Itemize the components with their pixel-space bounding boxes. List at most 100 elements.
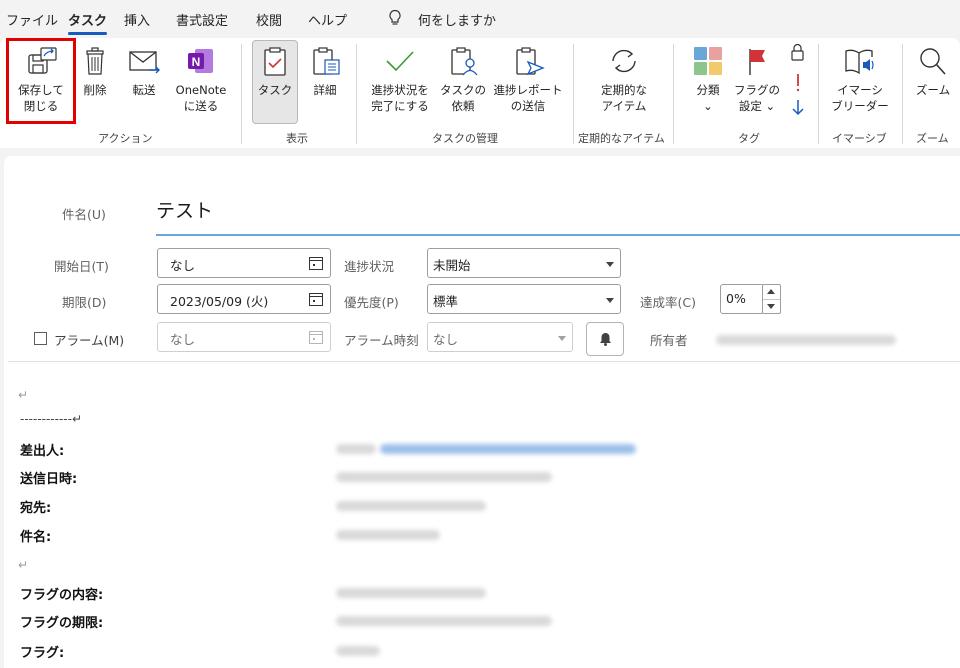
zoom-button[interactable]: ズーム: [910, 42, 956, 124]
reminder-time-value: なし: [433, 332, 459, 347]
menu-insert[interactable]: 挿入: [124, 10, 150, 29]
menu-review[interactable]: 校閲: [256, 10, 282, 29]
details-view-button[interactable]: 詳細: [302, 42, 348, 124]
menu-format[interactable]: 書式設定: [176, 10, 228, 29]
to-label: 宛先:: [20, 501, 52, 516]
checkmark-icon: [386, 51, 414, 72]
mark-complete-button[interactable]: 進捗状況を 完了にする: [364, 42, 436, 124]
sent-label: 送信日時:: [20, 472, 78, 487]
reminder-time-dropdown[interactable]: なし: [427, 322, 573, 352]
private-lock-icon[interactable]: [791, 44, 804, 61]
due-date-label: 期限(D): [62, 295, 107, 310]
spin-down-button[interactable]: [763, 299, 780, 313]
group-label-recurrence: 定期的なアイテム: [578, 132, 665, 145]
spin-up-button[interactable]: [763, 285, 780, 299]
group-separator: [818, 44, 819, 144]
group-separator: [673, 44, 674, 144]
tell-me-search[interactable]: 何をしますか: [418, 10, 496, 29]
task-form-pane: 件名(U) テスト 開始日(T) なし 進捗状況 未開始 期限(D) 2023/…: [4, 156, 960, 668]
subject-input[interactable]: テスト: [156, 196, 213, 223]
subject-body-value-blurred: [336, 530, 440, 540]
immersive-reader-button[interactable]: イマーシ ブリーダー: [826, 42, 894, 124]
categorize-icon: [694, 47, 722, 75]
to-value-blurred: [336, 501, 486, 511]
from-name-blurred: [336, 444, 376, 454]
save-close-icon: [28, 47, 57, 74]
priority-label: 優先度(P): [344, 295, 399, 310]
flag-content-label: フラグの内容:: [20, 588, 104, 603]
assign-task-button[interactable]: タスクの 依頼: [440, 42, 486, 124]
low-importance-icon[interactable]: [792, 100, 804, 116]
start-date-value: なし: [170, 258, 196, 273]
reminder-date-field[interactable]: なし: [157, 322, 331, 352]
reminder-date-value: なし: [170, 332, 196, 347]
form-divider: [8, 361, 960, 362]
task-clipboard-icon: [264, 47, 286, 76]
status-dropdown[interactable]: 未開始: [427, 248, 621, 278]
send-status-report-button[interactable]: 進捗レポート の送信: [490, 42, 566, 124]
categorize-button[interactable]: 分類 ⌄: [686, 42, 730, 124]
flag-content-blurred: [336, 588, 486, 598]
forward-mail-icon: [129, 51, 160, 74]
calendar-icon[interactable]: [308, 329, 324, 345]
subject-body-label: 件名:: [20, 530, 52, 545]
from-label: 差出人:: [20, 444, 65, 459]
bell-icon: [600, 333, 611, 346]
flag-status-blurred: [336, 646, 380, 656]
due-date-field[interactable]: 2023/05/09 (火): [157, 284, 331, 314]
start-date-field[interactable]: なし: [157, 248, 331, 278]
from-email-blurred: [380, 444, 636, 454]
reminder-checkbox[interactable]: [34, 332, 47, 345]
chevron-down-icon: [606, 262, 614, 267]
start-date-label: 開始日(T): [54, 259, 109, 274]
calendar-icon[interactable]: [308, 291, 324, 307]
send-to-onenote-button[interactable]: N OneNote に送る: [168, 42, 234, 124]
task-view-button[interactable]: タスク: [252, 42, 298, 124]
flag-label: フラグ:: [20, 646, 65, 661]
forward-button[interactable]: 転送: [122, 42, 166, 124]
tag-small-buttons: [791, 44, 804, 116]
details-icon: [313, 47, 340, 75]
chevron-down-icon: [606, 298, 614, 303]
send-report-icon: [516, 47, 545, 76]
immersive-reader-icon: [845, 49, 874, 75]
group-separator: [573, 44, 574, 144]
subject-underline: [156, 234, 960, 236]
menu-help[interactable]: ヘルプ: [308, 10, 347, 29]
priority-value: 標準: [433, 294, 459, 309]
group-label-zoom: ズーム: [916, 132, 949, 145]
group-label-immersive: イマーシブ: [832, 132, 887, 145]
menu-file[interactable]: ファイル: [6, 10, 58, 29]
reminder-sound-button[interactable]: [586, 322, 624, 356]
group-separator: [356, 44, 357, 144]
menu-task[interactable]: タスク: [68, 10, 108, 35]
sent-value-blurred: [336, 472, 552, 482]
group-label-manage: タスクの管理: [432, 132, 498, 145]
high-importance-icon[interactable]: [796, 74, 800, 92]
calendar-icon[interactable]: [308, 255, 324, 271]
lightbulb-icon[interactable]: [388, 9, 402, 27]
save-close-button[interactable]: 保存して 閉じる: [10, 42, 72, 124]
trash-icon: [86, 47, 104, 75]
percent-complete-input[interactable]: 0%: [720, 284, 764, 314]
magnifier-icon: [920, 48, 946, 75]
flag-icon: [749, 49, 765, 75]
delete-button[interactable]: 削除: [78, 42, 112, 124]
percent-spinner: [762, 284, 781, 314]
recurrence-button[interactable]: 定期的な アイテム: [584, 42, 664, 124]
priority-dropdown[interactable]: 標準: [427, 284, 621, 314]
status-value: 未開始: [433, 258, 471, 273]
flag-due-blurred: [336, 616, 552, 626]
paragraph-mark: ↵: [18, 388, 29, 402]
chevron-down-icon: [558, 336, 566, 341]
owner-label: 所有者: [650, 333, 688, 348]
ribbon: 保存して 閉じる 削除 転送 N OneNote に送る アクション タスク 詳…: [0, 38, 960, 148]
due-date-value: 2023/05/09 (火): [170, 294, 269, 309]
recurrence-icon: [612, 49, 636, 73]
reminder-label: アラーム(M): [54, 333, 125, 348]
group-separator: [902, 44, 903, 144]
onenote-icon: N: [188, 49, 213, 73]
separator-line: ------------↵: [20, 412, 83, 426]
follow-up-button[interactable]: フラグの 設定 ⌄: [734, 42, 780, 124]
group-label-tags: タグ: [738, 132, 760, 145]
